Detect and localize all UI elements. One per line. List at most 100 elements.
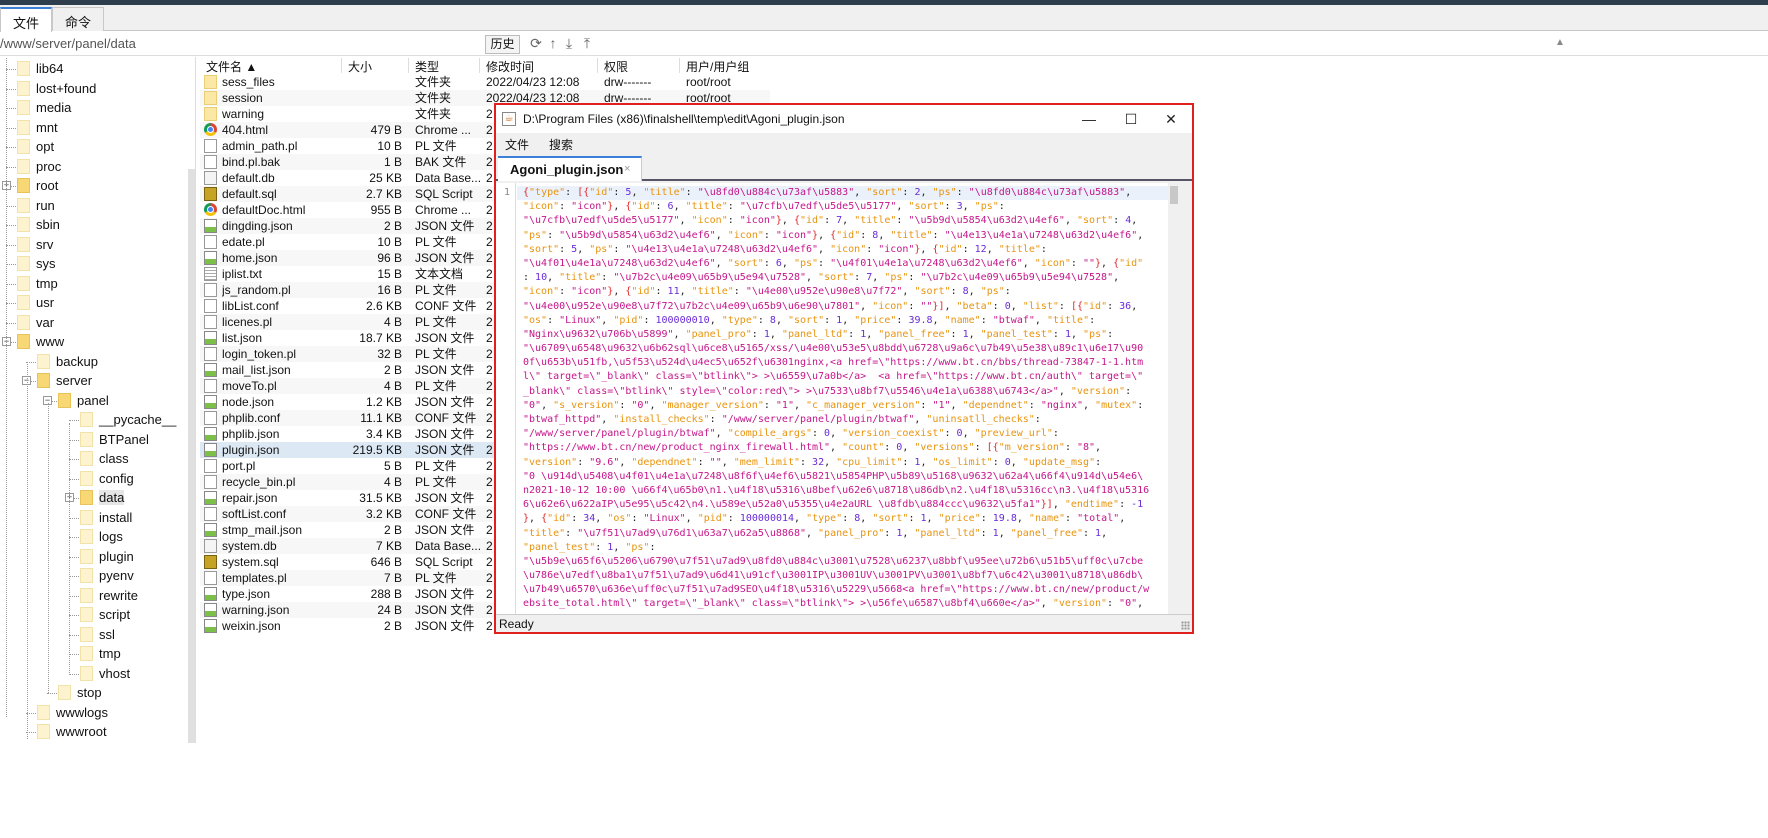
tree-item[interactable]: sbin: [17, 215, 60, 234]
code-token: "title": [1046, 314, 1090, 326]
tab-close-icon[interactable]: ×: [624, 163, 630, 175]
tree-item[interactable]: install: [80, 508, 132, 527]
tree-item[interactable]: www: [17, 332, 64, 351]
code-token: ,: [878, 229, 891, 241]
code-line: "\u4e00\u952e\u90e8\u7f72\u7b2c\u4e09\u6…: [523, 300, 1177, 314]
close-icon[interactable]: ✕: [1161, 109, 1181, 129]
file-type: PL 文件: [415, 235, 457, 249]
tree-item[interactable]: wwwlogs: [37, 703, 108, 722]
menu-search[interactable]: 搜索: [549, 136, 573, 153]
file-name: default.db: [222, 171, 275, 185]
code-token: "id": [631, 286, 656, 298]
tree-item[interactable]: rewrite: [80, 586, 138, 605]
code-token: ,: [932, 314, 945, 326]
code-area[interactable]: 1 {"type": [{"id": 5, "title": "\u8fd0\u…: [496, 183, 1180, 614]
history-button[interactable]: 历史: [485, 35, 520, 54]
editor-title-bar[interactable]: ☕ D:\Program Files (x86)\finalshell\temp…: [496, 105, 1192, 133]
column-mtime[interactable]: 修改时间: [480, 58, 598, 74]
file-type: 文件夹: [415, 107, 452, 121]
folder-icon: [17, 119, 30, 135]
tree-connector: [6, 303, 16, 304]
tree-item[interactable]: BTPanel: [80, 430, 149, 449]
code-token: "0": [523, 399, 542, 411]
tree-item[interactable]: media: [17, 98, 71, 117]
editor-scrollbar[interactable]: [1168, 183, 1180, 614]
tree-item[interactable]: config: [80, 469, 134, 488]
file-type: PL 文件: [415, 347, 457, 361]
tree-item[interactable]: srv: [17, 235, 53, 254]
code-token: "panel_test": [980, 328, 1053, 340]
tree-item[interactable]: wwwroot: [37, 722, 107, 741]
editor-tab[interactable]: Agoni_plugin.json ×: [498, 156, 642, 181]
column-name[interactable]: 文件名 ▲: [200, 58, 342, 74]
tree-item[interactable]: tmp: [80, 644, 121, 663]
code-token: ,: [1058, 385, 1071, 397]
code-token: :: [944, 428, 957, 440]
tree-item[interactable]: stop: [58, 683, 102, 702]
column-size[interactable]: 大小: [342, 58, 409, 74]
code-token: "sort": [866, 187, 903, 198]
code-token: "version": [1052, 598, 1107, 610]
tab-files[interactable]: 文件: [0, 7, 52, 32]
tree-connector: [47, 693, 57, 694]
code-token: :: [643, 314, 656, 326]
scroll-up-icon[interactable]: ▲: [1555, 37, 1565, 48]
tree-item[interactable]: class: [80, 449, 129, 468]
tree-item[interactable]: data: [80, 488, 125, 507]
code-token: :: [950, 328, 963, 340]
column-type[interactable]: 类型: [409, 58, 480, 74]
tree-connector: [6, 147, 16, 148]
file-row[interactable]: sess_files 文件夹 2022/04/23 12:08 drw------- r…: [200, 74, 770, 90]
code-token: :: [842, 513, 855, 525]
path-input[interactable]: /www/server/panel/data: [0, 36, 136, 51]
minimize-icon[interactable]: —: [1079, 109, 1099, 129]
refresh-icon[interactable]: ⟳: [528, 35, 544, 51]
tab-commands[interactable]: 命令: [52, 7, 104, 31]
tree-item[interactable]: mnt: [17, 118, 58, 137]
tree-item[interactable]: sys: [17, 254, 56, 273]
tree-item[interactable]: lib64: [17, 59, 63, 78]
tree-item[interactable]: plugin: [80, 547, 134, 566]
menu-file[interactable]: 文件: [505, 136, 529, 153]
code-token: ,: [872, 272, 885, 284]
tree-item[interactable]: script: [80, 605, 130, 624]
tree-item[interactable]: panel: [58, 391, 109, 410]
chrome-icon: [204, 203, 217, 216]
file-size: 31.5 KB: [359, 491, 402, 505]
tree-item[interactable]: __pycache__: [80, 410, 176, 429]
tree-item[interactable]: usr: [17, 293, 54, 312]
tree-item[interactable]: pyenv: [80, 566, 134, 585]
column-permissions[interactable]: 权限: [598, 58, 680, 74]
tree-scrollbar[interactable]: [188, 169, 195, 743]
code-token: "icon": [523, 286, 560, 298]
upload-icon[interactable]: ⤒: [579, 35, 595, 51]
tree-item[interactable]: server: [37, 371, 92, 390]
up-dir-icon[interactable]: ↑: [545, 35, 561, 51]
scrollbar-thumb[interactable]: [1170, 186, 1178, 204]
tree-item[interactable]: opt: [17, 137, 54, 156]
tree-item[interactable]: backup: [37, 352, 98, 371]
resize-grip-icon[interactable]: [1181, 621, 1190, 630]
tree-item[interactable]: vhost: [80, 664, 130, 683]
tree-item[interactable]: ssl: [80, 625, 115, 644]
tree-item[interactable]: root: [17, 176, 58, 195]
code-token: "id": [1119, 257, 1144, 269]
code-line: }, {"id": 34, "os": "Linux", "pid": 1000…: [523, 512, 1177, 526]
code-token: :: [559, 243, 572, 255]
db-icon: [204, 539, 217, 553]
tree-item[interactable]: proc: [17, 157, 61, 176]
json-icon: [204, 395, 217, 409]
code-token: ,: [709, 314, 722, 326]
download-icon[interactable]: ⤓: [561, 35, 577, 51]
column-owner[interactable]: 用户/用户组: [680, 58, 770, 74]
code-token: :: [896, 215, 909, 227]
tree-item[interactable]: lost+found: [17, 79, 96, 98]
code-token: :: [962, 243, 975, 255]
code-token: :: [547, 314, 560, 326]
folder-icon: [37, 353, 50, 369]
maximize-icon[interactable]: ☐: [1121, 109, 1141, 129]
tree-item[interactable]: tmp: [17, 274, 58, 293]
tree-item[interactable]: run: [17, 196, 55, 215]
tree-item[interactable]: var: [17, 313, 54, 332]
tree-item[interactable]: logs: [80, 527, 123, 546]
